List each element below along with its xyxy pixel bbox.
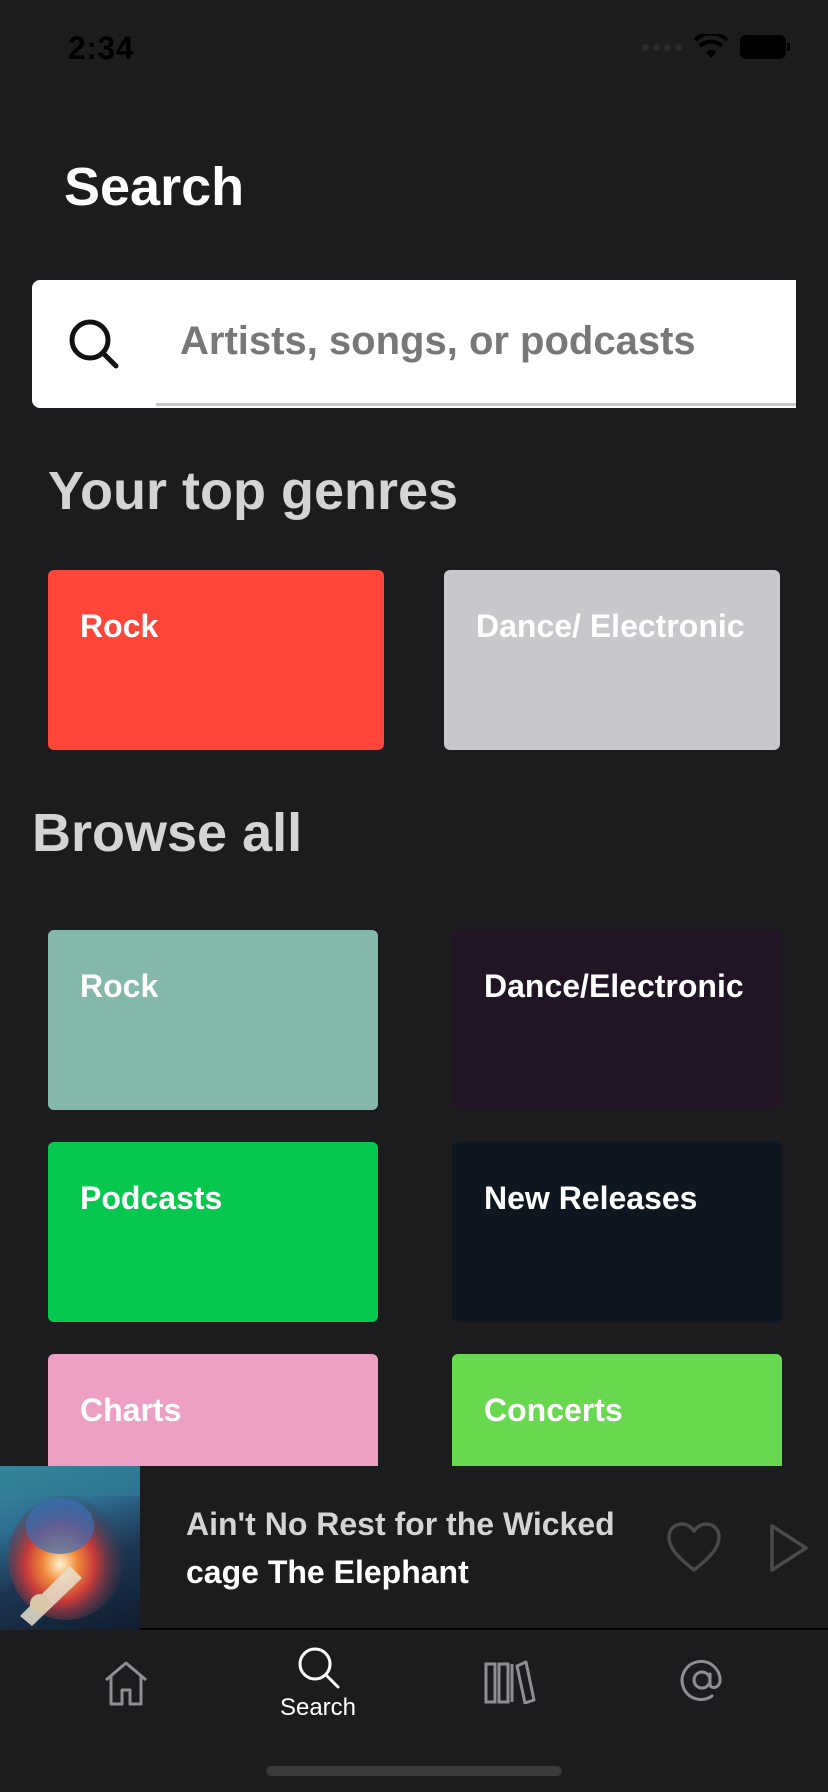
battery-icon	[740, 35, 790, 59]
home-indicator	[266, 1766, 562, 1776]
top-genres-title: Your top genres	[48, 461, 459, 521]
library-icon	[484, 1660, 536, 1704]
home-icon	[105, 1661, 147, 1706]
tab-home[interactable]	[66, 1638, 186, 1748]
tile-label: Rock	[80, 968, 159, 1004]
tile-label: Dance/ Electronic	[476, 608, 745, 644]
track-artist: cage The Elephant	[186, 1554, 469, 1590]
tab-search[interactable]: Search	[258, 1638, 378, 1748]
tab-label: Search	[279, 1694, 357, 1721]
browse-tile-podcasts[interactable]: Podcasts	[48, 1142, 378, 1322]
search-bar[interactable]	[32, 280, 796, 408]
page-title: Search	[64, 157, 245, 217]
mini-player[interactable]: Ain't No Rest for the Wicked cage The El…	[0, 1466, 828, 1630]
track-title: Ain't No Rest for the Wicked	[186, 1506, 615, 1542]
browse-tile-dance-electronic[interactable]: Dance/Electronic	[452, 930, 782, 1110]
tile-label: New Releases	[484, 1180, 698, 1216]
tile-label: Dance/Electronic	[484, 968, 744, 1004]
play-icon[interactable]	[766, 1522, 810, 1574]
heart-icon[interactable]	[666, 1522, 722, 1574]
search-screen: 2:34 Search Your top genres Rock Dance/ …	[0, 0, 828, 1792]
tile-label: Podcasts	[80, 1180, 223, 1216]
album-art	[0, 1466, 140, 1630]
search-icon	[298, 1647, 340, 1689]
search-input[interactable]	[156, 280, 796, 406]
top-genre-tile-rock[interactable]: Rock	[48, 570, 384, 750]
search-icon	[69, 319, 119, 369]
at-icon	[680, 1659, 722, 1701]
browse-all-title: Browse all	[32, 803, 303, 863]
tab-library[interactable]	[450, 1638, 570, 1748]
browse-tile-rock[interactable]: Rock	[48, 930, 378, 1110]
tab-profile[interactable]	[642, 1638, 762, 1748]
top-genre-tile-dance-electronic[interactable]: Dance/ Electronic	[444, 570, 780, 750]
tile-label: Rock	[80, 608, 159, 644]
tile-label: Charts	[80, 1392, 182, 1428]
status-time: 2:34	[68, 30, 135, 66]
status-icons	[642, 34, 792, 60]
cellular-signal-icon	[642, 43, 682, 51]
browse-tile-new-releases[interactable]: New Releases	[452, 1142, 782, 1322]
wifi-icon	[694, 34, 728, 58]
tile-label: Concerts	[484, 1392, 623, 1428]
